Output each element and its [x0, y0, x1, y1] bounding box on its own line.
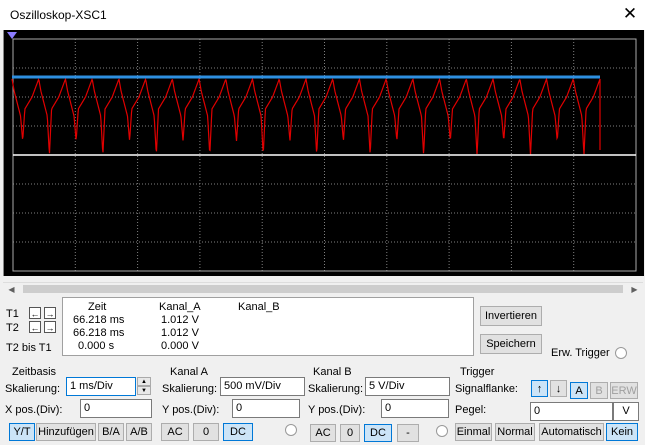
- trigger-level-input[interactable]: 0: [530, 402, 613, 421]
- trigger-source-a-button[interactable]: A: [570, 382, 588, 399]
- t1-left-arrow-icon[interactable]: ←: [29, 307, 41, 319]
- edge-rising-icon[interactable]: ↑: [531, 380, 548, 397]
- scrollbar-thumb[interactable]: [23, 285, 623, 293]
- zeitbasis-title: Zeitbasis: [12, 366, 57, 378]
- kanal-a-ac-button[interactable]: AC: [161, 423, 189, 441]
- spin-up-icon[interactable]: ▲: [137, 377, 151, 386]
- trigger-level-unit[interactable]: V: [613, 402, 639, 421]
- diff-kanal-a: 0.000 V: [161, 340, 199, 352]
- close-icon[interactable]: ✕: [620, 4, 640, 24]
- trigger-normal-button[interactable]: Normal: [495, 423, 535, 441]
- mode-yt-button[interactable]: Y/T: [9, 423, 35, 441]
- t2-kanal-a: 1.012 V: [161, 327, 199, 339]
- t2-label: T2: [6, 322, 19, 334]
- trigger-source-b-button[interactable]: B: [590, 382, 608, 399]
- kanal-a-zero-button[interactable]: 0: [193, 423, 219, 441]
- t1-kanal-a: 1.012 V: [161, 314, 199, 326]
- horizontal-scrollbar[interactable]: ◀ ▶: [3, 282, 643, 296]
- kanal-a-ypos-input[interactable]: 0: [232, 399, 300, 418]
- header-zeit: Zeit: [88, 301, 107, 313]
- kanal-a-ypos-label: Y pos.(Div):: [162, 404, 220, 416]
- diff-zeit: 0.000 s: [78, 340, 115, 352]
- zeitbasis-scale-label: Skalierung:: [5, 383, 61, 395]
- spin-down-icon[interactable]: ▼: [137, 386, 151, 395]
- t2-left-arrow-icon[interactable]: ←: [29, 321, 41, 333]
- ext-trigger-label: Erw. Trigger: [551, 347, 610, 359]
- scope-display: [4, 30, 644, 276]
- kanal-b-scale-label: Skalierung:: [308, 383, 364, 395]
- kanal-a-radio[interactable]: [285, 424, 297, 436]
- trigger-source-ext-button[interactable]: ERW: [610, 382, 638, 399]
- window-title: Oszilloskop-XSC1: [10, 8, 107, 22]
- oscilloscope-screen: [3, 30, 644, 276]
- t1-zeit: 66.218 ms: [73, 314, 125, 326]
- kanal-b-ac-button[interactable]: AC: [310, 424, 336, 442]
- kanal-b-title: Kanal B: [313, 366, 352, 378]
- header-kanal-b: Kanal_B: [238, 301, 280, 313]
- kanal-a-dc-button[interactable]: DC: [223, 423, 253, 441]
- kanal-b-radio[interactable]: [436, 425, 448, 437]
- t2-right-arrow-icon[interactable]: →: [44, 321, 56, 333]
- kanal-b-invert-button[interactable]: -: [397, 424, 419, 442]
- kanal-b-dc-button[interactable]: DC: [364, 424, 392, 442]
- edge-falling-icon[interactable]: ↓: [550, 380, 567, 397]
- zeitbasis-xpos-input[interactable]: 0: [80, 399, 152, 418]
- kanal-a-scale-label: Skalierung:: [162, 383, 218, 395]
- zeitbasis-scale-spinner[interactable]: ▲ ▼: [137, 377, 151, 396]
- t2-zeit: 66.218 ms: [73, 327, 125, 339]
- kanal-a-title: Kanal A: [170, 366, 208, 378]
- kanal-b-ypos-input[interactable]: 0: [381, 399, 449, 418]
- mode-ba-button[interactable]: B/A: [98, 423, 124, 441]
- scroll-left-icon[interactable]: ◀: [5, 283, 18, 296]
- ext-trigger-radio[interactable]: [615, 347, 627, 359]
- trigger-single-button[interactable]: Einmal: [455, 423, 492, 441]
- kanal-a-scale-input[interactable]: 500 mV/Div: [220, 377, 305, 396]
- readout-table: Zeit Kanal_A Kanal_B 66.218 ms 1.012 V 6…: [62, 297, 474, 356]
- kanal-b-zero-button[interactable]: 0: [340, 424, 360, 442]
- invert-button[interactable]: Invertieren: [480, 306, 542, 326]
- trigger-edge-label: Signalflanke:: [455, 383, 518, 395]
- zeitbasis-xpos-label: X pos.(Div):: [5, 404, 63, 416]
- header-kanal-a: Kanal_A: [159, 301, 201, 313]
- mode-ab-button[interactable]: A/B: [126, 423, 152, 441]
- zeitbasis-scale-input[interactable]: 1 ms/Div: [66, 377, 136, 396]
- trigger-title: Trigger: [460, 366, 495, 378]
- t1-label: T1: [6, 308, 19, 320]
- kanal-b-scale-input[interactable]: 5 V/Div: [365, 377, 450, 396]
- scroll-right-icon[interactable]: ▶: [628, 283, 641, 296]
- mode-add-button[interactable]: Hinzufügen: [36, 423, 96, 441]
- save-button[interactable]: Speichern: [480, 334, 542, 354]
- t1-right-arrow-icon[interactable]: →: [44, 307, 56, 319]
- t2-t1-label: T2 bis T1: [6, 342, 52, 354]
- trigger-auto-button[interactable]: Automatisch: [539, 423, 604, 441]
- trigger-none-button[interactable]: Kein: [606, 423, 638, 441]
- trigger-level-label: Pegel:: [455, 404, 487, 416]
- kanal-b-ypos-label: Y pos.(Div):: [308, 404, 366, 416]
